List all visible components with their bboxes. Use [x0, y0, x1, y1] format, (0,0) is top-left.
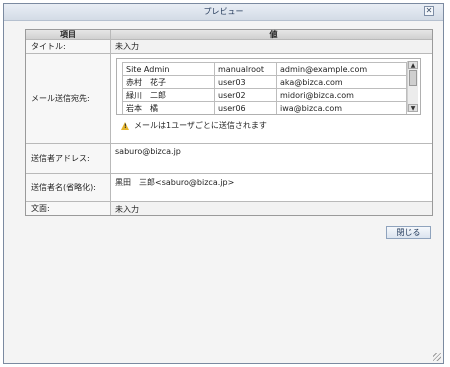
table-row-sender-address: 送信者アドレス: saburo@bizca.jp: [26, 144, 432, 174]
close-button[interactable]: 閉じる: [386, 226, 431, 239]
resize-grip[interactable]: [433, 353, 441, 361]
close-icon[interactable]: ✕: [424, 6, 434, 16]
table-row-recipients: メール送信宛先: Site Admin manualroot admin@exa…: [26, 54, 432, 144]
recipient-user-id: manualroot: [214, 62, 277, 76]
dialog-titlebar: プレビュー ✕: [4, 4, 443, 21]
recipient-scrollbar[interactable]: ▲ ▼: [407, 61, 418, 112]
send-notice: メールは1ユーザごとに送信されます: [121, 120, 267, 131]
recipient-email: admin@example.com: [276, 62, 407, 76]
recipients-cell: Site Admin manualroot admin@example.com …: [111, 54, 432, 143]
table-header: 項目 値: [26, 30, 432, 40]
recipient-row: 岩本 橘 user06 iwa@bizca.com: [122, 101, 407, 114]
table-row-title: タイトル: 未入力: [26, 40, 432, 54]
table-row-body: 文面: 未入力: [26, 202, 432, 215]
sender-address-label: 送信者アドレス:: [26, 144, 111, 173]
recipient-email: aka@bizca.com: [276, 75, 407, 89]
title-value: 未入力: [111, 40, 432, 53]
send-notice-text: メールは1ユーザごとに送信されます: [134, 121, 267, 130]
recipient-row: 赤村 花子 user03 aka@bizca.com: [122, 75, 407, 89]
recipient-user-id: user06: [214, 101, 277, 114]
recipients-label: メール送信宛先:: [26, 54, 111, 143]
recipient-email: midori@bizca.com: [276, 88, 407, 102]
sender-address-value: saburo@bizca.jp: [111, 144, 432, 173]
sender-name-label: 送信者名(省略化):: [26, 174, 111, 201]
table-row-sender-name: 送信者名(省略化): 黒田 三郎<saburo@bizca.jp>: [26, 174, 432, 202]
header-item: 項目: [26, 30, 111, 39]
scroll-down-icon[interactable]: ▼: [408, 104, 418, 112]
recipient-list-box: Site Admin manualroot admin@example.com …: [116, 58, 421, 115]
preview-table: 項目 値 タイトル: 未入力 メール送信宛先: Site Admin manua…: [25, 29, 433, 216]
title-label: タイトル:: [26, 40, 111, 53]
recipient-user-id: user02: [214, 88, 277, 102]
recipient-row: Site Admin manualroot admin@example.com: [122, 62, 407, 76]
preview-dialog: プレビュー ✕ 項目 値 タイトル: 未入力 メール送信宛先: Site Adm…: [3, 3, 444, 364]
body-label: 文面:: [26, 202, 111, 215]
scroll-up-icon[interactable]: ▲: [408, 61, 418, 69]
recipient-name: 緑川 二郎: [122, 88, 215, 102]
scroll-thumb[interactable]: [409, 70, 417, 86]
recipient-row: 緑川 二郎 user02 midori@bizca.com: [122, 88, 407, 102]
recipient-list: Site Admin manualroot admin@example.com …: [122, 62, 407, 114]
warning-icon: [121, 121, 129, 130]
recipient-name: Site Admin: [122, 62, 215, 76]
dialog-title: プレビュー: [203, 7, 244, 16]
header-value: 値: [269, 30, 278, 39]
sender-name-value: 黒田 三郎<saburo@bizca.jp>: [111, 174, 432, 201]
recipient-email: iwa@bizca.com: [276, 101, 407, 114]
body-value: 未入力: [111, 202, 432, 215]
recipient-name: 岩本 橘: [122, 101, 215, 114]
recipient-user-id: user03: [214, 75, 277, 89]
recipient-name: 赤村 花子: [122, 75, 215, 89]
